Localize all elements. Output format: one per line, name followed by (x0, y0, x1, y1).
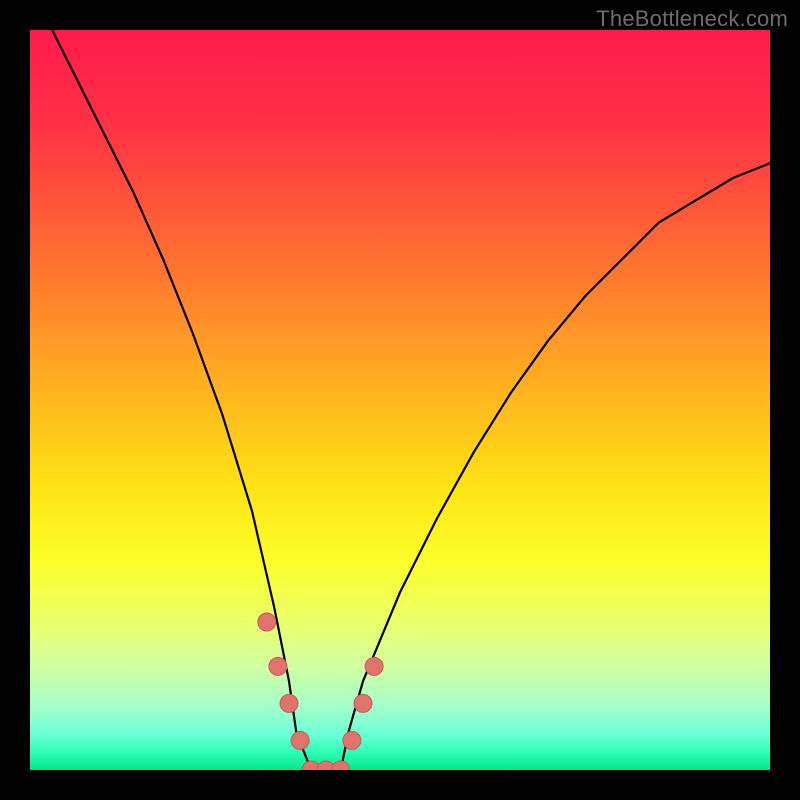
bottleneck-curve (52, 30, 770, 770)
chart-frame: TheBottleneck.com (0, 0, 800, 800)
curve-marker (343, 731, 361, 749)
curve-marker (365, 657, 383, 675)
curve-marker (280, 694, 298, 712)
curve-layer (30, 30, 770, 770)
curve-marker (291, 731, 309, 749)
plot-area (30, 30, 770, 770)
curve-marker (354, 694, 372, 712)
watermark-text: TheBottleneck.com (596, 6, 788, 32)
curve-marker (332, 761, 350, 770)
curve-markers (258, 613, 383, 770)
curve-marker (269, 657, 287, 675)
curve-marker (258, 613, 276, 631)
